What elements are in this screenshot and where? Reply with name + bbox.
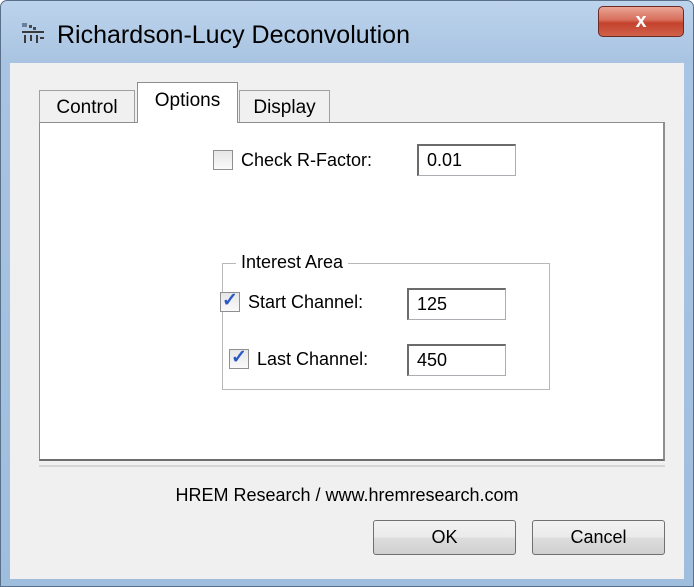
dialog-client-area: Control Options Display Check R-Factor: … bbox=[10, 63, 684, 579]
tab-options[interactable]: Options bbox=[137, 82, 238, 123]
checkmark-icon: ✓ bbox=[222, 290, 238, 311]
last-channel-input[interactable]: 450 bbox=[407, 344, 506, 376]
footer-credit: HREM Research / www.hremresearch.com bbox=[175, 485, 519, 505]
start-channel-checkbox[interactable]: ✓ bbox=[220, 290, 240, 312]
start-channel-label: Start Channel: bbox=[248, 292, 364, 312]
tab-control[interactable]: Control bbox=[39, 90, 135, 124]
checkmark-icon: ✓ bbox=[231, 347, 247, 368]
r-factor-input[interactable]: 0.01 bbox=[417, 144, 516, 176]
interest-area-legend: Interest Area bbox=[236, 251, 349, 273]
window-title: Richardson-Lucy Deconvolution bbox=[57, 21, 410, 49]
separator bbox=[39, 465, 665, 467]
close-button[interactable]: x bbox=[598, 6, 684, 37]
start-channel-input[interactable]: 125 bbox=[407, 288, 506, 320]
check-r-factor-label: Check R-Factor: bbox=[241, 150, 373, 170]
tab-label: Display bbox=[253, 97, 316, 118]
last-channel-label: Last Channel: bbox=[257, 349, 369, 369]
tab-label: Options bbox=[154, 90, 221, 111]
ok-button[interactable]: OK bbox=[373, 520, 516, 555]
title-bar[interactable]: Richardson-Lucy Deconvolution x bbox=[1, 1, 693, 63]
check-r-factor-checkbox[interactable] bbox=[213, 150, 233, 170]
tab-label: Control bbox=[56, 97, 118, 118]
close-icon: x bbox=[635, 10, 647, 32]
app-icon bbox=[22, 23, 44, 43]
options-tab-panel: Check R-Factor: 0.01 Interest Area ✓ Sta… bbox=[39, 122, 665, 461]
last-channel-checkbox[interactable]: ✓ bbox=[229, 347, 249, 369]
dialog-window: Richardson-Lucy Deconvolution x Control … bbox=[0, 0, 694, 587]
cancel-button[interactable]: Cancel bbox=[532, 520, 665, 555]
tab-display[interactable]: Display bbox=[239, 90, 330, 124]
